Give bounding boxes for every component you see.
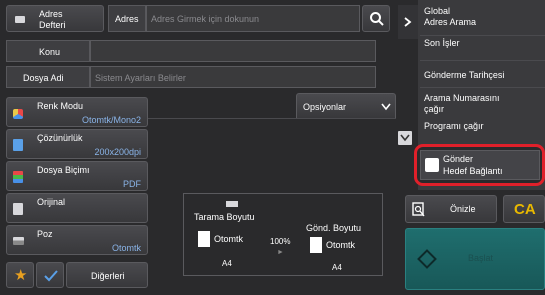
filename-label-box: Dosya Adi [6,66,90,88]
filename-value: Sistem Ayarları Belirler [95,73,186,83]
file-format-value: PDF [123,179,141,189]
resolution-button[interactable]: Çözünürlük 200x200dpi [6,129,148,159]
ca-label: CA [514,201,536,218]
start-label: Başlat [468,253,494,263]
chevron-down-icon [400,134,410,142]
others-button[interactable]: Diğerleri [66,262,148,288]
star-icon: ★ [14,267,28,284]
sidebar-item-label: Programı çağır [424,121,484,131]
send-size-value: Otomtk [326,240,356,250]
ratio-label: 100% [270,237,291,246]
send-size-label: Gönd. Boyutu [306,223,362,233]
sidebar-item-label: Arama Numarasını [424,93,500,103]
ca-button[interactable]: CA [503,195,545,223]
book-icon [15,16,25,23]
color-mode-title: Renk Modu [37,101,84,111]
sidebar-item-label: çağır [424,104,445,114]
sidebar-item-call-search-number[interactable]: Arama Numarasını çağır [420,89,545,119]
others-label: Diğerleri [91,271,125,281]
sidebar-item-label: Global [424,6,451,16]
start-button[interactable]: Başlat [405,228,545,290]
scan-preview-panel: Tarama Boyutu Otomtk A4 100% ► Gönd. Boy… [183,193,383,276]
send-size-button[interactable]: Otomtk [308,234,372,258]
sidebar-item-label: Gönderme Tarihçesi [424,70,505,80]
scan-size-value: Otomtk [214,234,244,244]
sidebar-item-recent-jobs[interactable]: Son İşler [420,37,545,61]
chevron-down-icon [381,103,391,111]
sidebar-item-label: Adres Arama [424,17,477,27]
scan-size-label: Tarama Boyutu [194,212,255,222]
scanner-icon [226,201,238,207]
favorite-button[interactable]: ★ [6,262,34,288]
exposure-title: Poz [37,229,53,239]
color-mode-value: Otomtk/Mono2 [81,115,141,125]
sidebar-item-label: Son İşler [424,38,460,48]
sidebar-toggle[interactable] [398,5,418,39]
exposure-value: Otomtk [111,243,141,253]
resolution-title: Çözünürlük [37,133,83,143]
address-input[interactable]: Adres Girmek için dokunun [146,5,360,32]
checkbox-icon [425,158,439,172]
original-button[interactable]: Orijinal [6,193,148,223]
subject-input[interactable] [90,40,376,62]
options-label: Opsiyonlar [303,102,347,112]
original-icon [13,203,23,215]
page-icon [310,237,322,253]
send-link-inner: Gönder Hedef Bağlantı [420,150,540,180]
check-button[interactable] [36,262,64,288]
file-format-icon [13,171,23,183]
address-label-box: Adres [108,5,146,32]
file-format-button[interactable]: Dosya Biçimı PDF [6,161,148,191]
start-icon [417,249,437,269]
sidebar-scroll-button[interactable] [398,131,412,145]
options-button[interactable]: Opsiyonlar [296,93,396,119]
page-icon [198,231,210,247]
file-format-title: Dosya Biçimı [37,165,90,175]
filename-label: Dosya Adi [23,73,64,83]
address-placeholder: Adres Girmek için dokunun [151,14,260,24]
exposure-icon [13,237,24,245]
subject-label: Konu [39,47,61,57]
options-panel-border [148,118,396,119]
preview-label: Önizle [450,204,476,214]
address-book-label-1: Adres [39,9,63,19]
chevron-right-icon [404,17,412,27]
search-icon [370,12,384,26]
preview-icon [412,202,425,217]
subject-label-box: Konu [6,40,90,62]
sidebar-item-send-history[interactable]: Gönderme Tarihçesi [420,62,545,88]
arrow-icon: ► [277,249,284,256]
search-button[interactable] [362,5,390,32]
sidebar-item-call-program[interactable]: Programı çağır [420,119,545,135]
sidebar-item-global-address-search[interactable]: Global Adres Arama [420,4,545,36]
address-label: Adres [115,14,139,24]
send-link-label-1: Gönder [443,154,474,164]
send-link-button[interactable]: Gönder Hedef Bağlantı [414,144,545,186]
resolution-value: 200x200dpi [94,147,141,157]
send-paper: A4 [332,263,342,272]
color-mode-button[interactable]: Renk Modu Otomtk/Mono2 [6,97,148,127]
preview-button[interactable]: Önizle [405,195,497,223]
scan-paper: A4 [222,259,232,268]
send-link-label-2: Hedef Bağlantı [443,166,503,176]
check-icon [44,270,58,282]
original-title: Orijinal [37,197,66,207]
address-book-label-2: Defteri [39,20,66,30]
exposure-button[interactable]: Poz Otomtk [6,225,148,255]
resolution-icon [13,139,23,151]
filename-input[interactable]: Sistem Ayarları Belirler [90,66,376,88]
color-mode-icon [13,109,23,119]
scan-size-button[interactable]: Otomtk [196,227,260,253]
address-book-button[interactable]: Adres Defteri [6,5,104,32]
